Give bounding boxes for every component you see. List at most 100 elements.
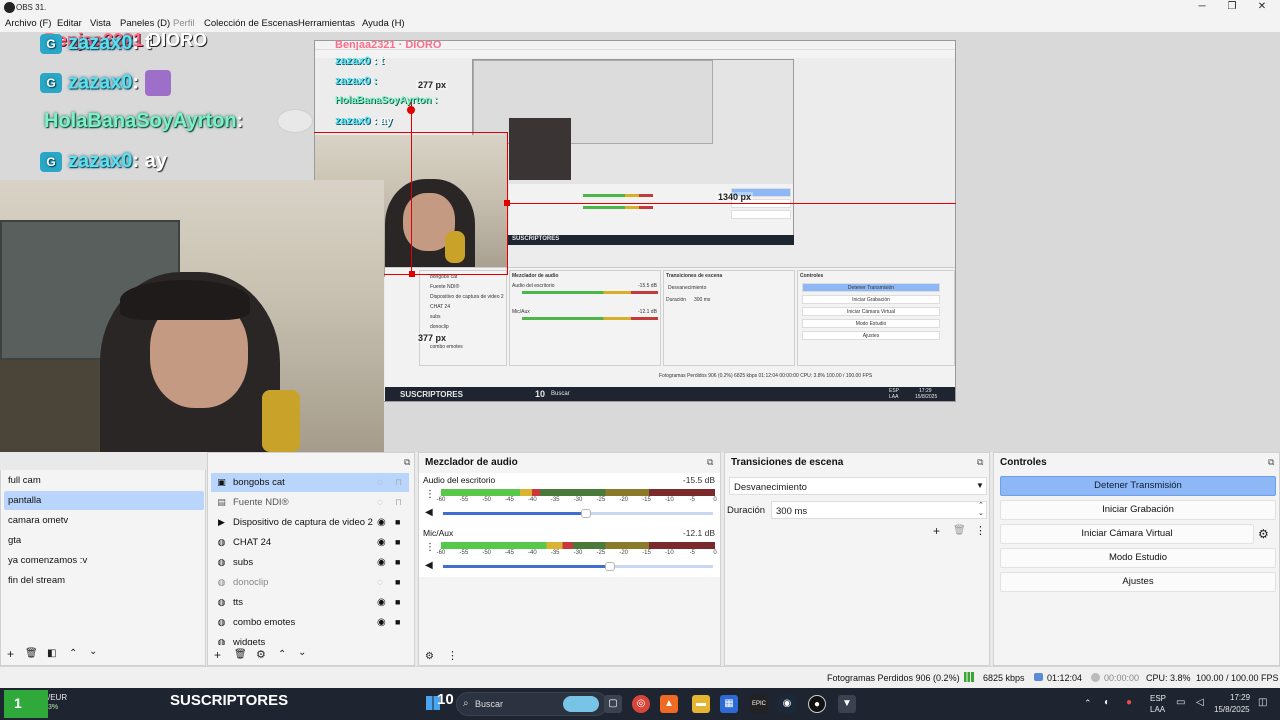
eye-icon[interactable]: ◉ — [377, 533, 386, 552]
eye-icon[interactable]: ◉ — [377, 553, 386, 572]
source-item-donoclip[interactable]: ◍ donoclip ◌ ■ — [211, 573, 409, 592]
stop-streaming-button[interactable]: Detener Transmisión — [1000, 476, 1276, 496]
scene-item-gta[interactable]: gta — [4, 531, 204, 550]
remove-scene-button[interactable]: 🗑 — [25, 648, 38, 660]
preview-canvas[interactable]: Benjaa2321 DIORO Gzazax0: t Gzazax0: Hol… — [0, 32, 1280, 452]
store-icon[interactable]: ▦ — [720, 695, 738, 713]
source-item-bongobs-cat[interactable]: ▣ bongobs cat ◌ ⊓ — [211, 473, 409, 492]
task-view-icon[interactable]: ▢ — [604, 695, 622, 713]
source-item-widgets[interactable]: ◍ widgets — [211, 633, 409, 645]
lock-icon[interactable]: ■ — [395, 533, 400, 552]
menu-archivo[interactable]: Archivo (F) — [5, 18, 51, 29]
hidden-eye-icon[interactable]: ◌ — [377, 473, 383, 492]
lock-icon[interactable]: ■ — [395, 593, 400, 612]
hidden-eye-icon[interactable]: ◌ — [377, 493, 383, 512]
chrome-icon[interactable]: ◎ — [632, 695, 650, 713]
hidden-eye-icon[interactable]: ◌ — [377, 573, 383, 592]
brave-icon[interactable]: ▲ — [660, 695, 678, 713]
camera-source[interactable] — [0, 180, 384, 452]
track-menu-icon[interactable]: ⋮ — [425, 489, 435, 500]
scene-filters-icon[interactable]: ◧ — [47, 648, 56, 660]
scene-item-pantalla[interactable]: pantalla — [4, 491, 204, 510]
eye-icon[interactable]: ◉ — [377, 613, 386, 632]
remove-transition-button[interactable]: 🗑 — [953, 525, 966, 537]
source-item-chat-24[interactable]: ◍ CHAT 24 ◉ ■ — [211, 533, 409, 552]
start-virtual-camera-button[interactable]: Iniciar Cámara Virtual — [1000, 524, 1254, 544]
steam-icon[interactable]: ◉ — [778, 695, 796, 713]
language-indicator[interactable]: ESP — [1150, 694, 1166, 703]
speaker-icon[interactable]: ◀ — [425, 507, 433, 518]
stepper-down-icon[interactable]: ⌄ — [978, 509, 984, 517]
epic-games-icon[interactable]: EPIC — [750, 695, 768, 713]
tray-chevron-icon[interactable]: ⌃ — [1084, 698, 1092, 709]
scene-item-full-cam[interactable]: full cam — [4, 471, 204, 490]
menu-ayuda[interactable]: Ayuda (H) — [362, 18, 405, 29]
transition-menu-icon[interactable]: ⋮ — [975, 525, 986, 537]
undock-icon[interactable]: ⧉ — [404, 457, 410, 468]
file-explorer-icon[interactable]: ▬ — [692, 695, 710, 713]
close-button[interactable]: ✕ — [1247, 0, 1277, 16]
source-item-fuente-ndi[interactable]: ▤ Fuente NDI® ◌ ⊓ — [211, 493, 409, 512]
scene-item-fin-del-stream[interactable]: fin del stream — [4, 571, 204, 590]
undock-icon[interactable]: ⧉ — [977, 457, 983, 468]
volume-icon[interactable]: ◁ — [1196, 697, 1204, 708]
unlock-icon[interactable]: ⊓ — [395, 473, 402, 492]
clock-time[interactable]: 17:29 — [1230, 693, 1250, 702]
mixer-settings-gear-icon[interactable]: ⚙ — [425, 651, 434, 663]
stepper-up-icon[interactable]: ⌃ — [978, 501, 984, 509]
microphone-icon[interactable]: ● — [1126, 697, 1132, 708]
mixer-menu-icon[interactable]: ⋮ — [447, 650, 458, 662]
add-scene-button[interactable]: + — [7, 648, 14, 660]
minimize-button[interactable]: ─ — [1187, 0, 1217, 16]
move-source-down-button[interactable]: ⌄ — [298, 647, 306, 659]
move-scene-down-button[interactable]: ⌄ — [89, 646, 97, 658]
lock-icon[interactable]: ■ — [395, 613, 400, 632]
source-item-video-capture[interactable]: ▶ Dispositivo de captura de video 2 ◉ ■ — [211, 513, 409, 532]
speaker-icon[interactable]: ◀ — [425, 560, 433, 571]
menu-paneles[interactable]: Paneles (D) — [120, 18, 170, 29]
undock-icon[interactable]: ⧉ — [707, 457, 713, 468]
track-menu-icon[interactable]: ⋮ — [425, 542, 435, 553]
remove-source-button[interactable]: 🗑 — [234, 649, 247, 661]
obs-taskbar-icon[interactable]: ● — [808, 695, 826, 713]
settings-button[interactable]: Ajustes — [1000, 572, 1276, 592]
network-icon[interactable]: ▭ — [1176, 697, 1185, 708]
menu-perfil[interactable]: Perfil — [173, 18, 195, 29]
source-properties-gear-icon[interactable]: ⚙ — [256, 649, 266, 661]
scene-item-camara-ometv[interactable]: camara ometv — [4, 511, 204, 530]
undock-icon[interactable]: ⧉ — [1268, 457, 1274, 468]
lock-icon[interactable]: ■ — [395, 573, 400, 592]
resize-handle[interactable] — [504, 200, 510, 206]
move-scene-up-button[interactable]: ⌃ — [69, 648, 77, 660]
eye-icon[interactable]: ◉ — [377, 513, 386, 532]
scene-item-ya-comenzamos[interactable]: ya comenzamos :v — [4, 551, 204, 570]
menu-herramientas[interactable]: Herramientas — [298, 18, 355, 29]
lock-icon[interactable]: ■ — [395, 553, 400, 572]
resize-handle[interactable] — [409, 271, 415, 277]
source-item-subs[interactable]: ◍ subs ◉ ■ — [211, 553, 409, 572]
source-item-tts[interactable]: ◍ tts ◉ ■ — [211, 593, 409, 612]
move-source-up-button[interactable]: ⌃ — [278, 649, 286, 661]
menu-coleccion-escenas[interactable]: Colección de Escenas — [204, 18, 298, 29]
taskbar-search[interactable]: ⌕ Buscar — [456, 692, 608, 716]
transition-select[interactable]: Desvanecimiento ▼ — [729, 477, 987, 495]
eye-icon[interactable]: ◉ — [377, 593, 386, 612]
unlock-icon[interactable]: ⊓ — [395, 493, 402, 512]
menu-vista[interactable]: Vista — [90, 18, 111, 29]
start-recording-button[interactable]: Iniciar Grabación — [1000, 500, 1276, 520]
studio-mode-button[interactable]: Modo Estudio — [1000, 548, 1276, 568]
app-taskbar-icon[interactable]: ▼ — [838, 695, 856, 713]
menu-editar[interactable]: Editar — [57, 18, 82, 29]
add-transition-button[interactable]: + — [933, 525, 940, 537]
discord-icon[interactable]: ◐ — [1104, 697, 1110, 708]
stock-widget[interactable]: 1 — [4, 690, 48, 718]
resize-handle[interactable] — [407, 106, 415, 114]
volume-slider[interactable] — [443, 562, 713, 571]
virtual-camera-gear-icon[interactable]: ⚙ — [1258, 527, 1269, 541]
lock-icon[interactable]: ■ — [395, 513, 400, 532]
maximize-button[interactable]: ❐ — [1217, 0, 1247, 16]
notifications-icon[interactable]: ◫ — [1258, 697, 1267, 708]
volume-slider[interactable] — [443, 509, 713, 518]
duration-input[interactable]: 300 ms ⌃ ⌄ — [771, 501, 987, 519]
source-item-combo-emotes[interactable]: ◍ combo emotes ◉ ■ — [211, 613, 409, 632]
